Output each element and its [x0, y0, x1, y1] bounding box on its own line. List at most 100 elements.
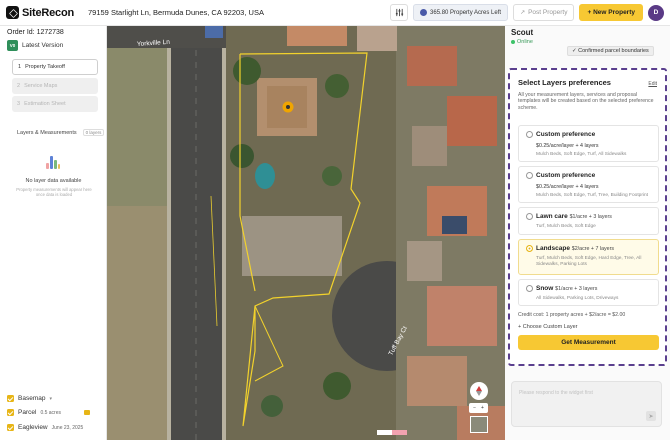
- card-title: Select Layers preferences: [518, 78, 611, 87]
- map-zoom-controls[interactable]: − +: [469, 403, 488, 413]
- confirmed-boundaries-chip: ✓ Confirmed parcel boundaries: [567, 46, 654, 56]
- bar-chart-icon: [46, 156, 60, 169]
- basemap-checkbox[interactable]: [7, 395, 14, 402]
- pref-price: $0.25/acre/layer + 4 layers: [536, 184, 599, 190]
- user-avatar[interactable]: D: [648, 4, 664, 21]
- credit-cost: Credit cost: 1 property acres + $2/acre …: [518, 312, 626, 318]
- parcel-label: Parcel: [18, 409, 37, 416]
- pref-option-custom-1[interactable]: Custom preference $0.25/acre/layer + 4 l…: [518, 125, 659, 162]
- radio-button[interactable]: [526, 131, 533, 138]
- map-scale-bar: [377, 430, 407, 435]
- zoom-in-icon[interactable]: +: [481, 405, 484, 411]
- version-selector[interactable]: V0 Latest Version: [7, 40, 63, 51]
- logo-icon: [6, 6, 19, 19]
- compass-button[interactable]: [470, 382, 488, 400]
- top-header: SiteRecon 79159 Starlight Ln, Bermuda Du…: [0, 0, 670, 26]
- choose-custom-layer-link[interactable]: + Choose Custom Layer: [518, 324, 577, 330]
- online-status: Online: [511, 39, 533, 45]
- radio-button[interactable]: [526, 213, 533, 220]
- pref-price: $1/acre + 3 layers: [569, 214, 612, 220]
- online-label: Online: [517, 39, 533, 45]
- zoom-out-icon[interactable]: −: [473, 405, 476, 411]
- pref-option-landscape[interactable]: Landscape $2/acre + 7 layers Turf, Mulch…: [518, 239, 659, 275]
- sliders-icon: [395, 8, 403, 17]
- pref-price: $2/acre + 7 layers: [571, 246, 615, 252]
- radio-button-selected[interactable]: [526, 245, 533, 252]
- acres-left-text: 365.80 Property Acres Left: [430, 9, 502, 16]
- eagleview-label: Eagleview: [18, 424, 48, 431]
- basemap-label: Basemap: [18, 395, 46, 402]
- version-label: Latest Version: [22, 42, 64, 49]
- pref-price: $1/acre + 3 layers: [555, 286, 598, 292]
- step-estimation-sheet[interactable]: 3 Estimation Sheet: [12, 96, 98, 112]
- pref-name: Snow $1/acre + 3 layers: [536, 285, 597, 292]
- radio-button[interactable]: [526, 285, 533, 292]
- compass-icon: [476, 386, 482, 396]
- step-label: Service Maps: [24, 83, 58, 89]
- parcel-toggle[interactable]: Parcel 0.5 acres: [7, 409, 100, 416]
- parcel-color-swatch: [84, 410, 90, 415]
- chevron-down-icon[interactable]: ▾: [49, 396, 52, 402]
- step-number: 3: [17, 101, 21, 107]
- pref-name-text: Snow: [536, 285, 554, 292]
- basemap-thumbnail[interactable]: [470, 416, 488, 433]
- pref-price: $0.25/acre/layer + 4 layers: [536, 143, 599, 149]
- edit-link[interactable]: Edit: [648, 81, 657, 87]
- pref-layers: Mulch Beds, Soft Edge, Turf, All Sidewal…: [536, 152, 627, 157]
- pref-option-custom-2[interactable]: Custom preference $0.25/acre/layer + 4 l…: [518, 166, 659, 203]
- pref-name-text: Landscape: [536, 245, 570, 252]
- pref-name: Custom preference: [536, 172, 596, 179]
- post-property-label: Post Property: [528, 9, 568, 16]
- send-icon[interactable]: ➤: [646, 411, 656, 421]
- scout-title: Scout: [511, 28, 534, 37]
- acres-icon: [420, 9, 428, 16]
- eagleview-checkbox[interactable]: [7, 424, 14, 431]
- step-service-maps[interactable]: 2 Service Maps: [12, 78, 98, 94]
- pref-name-text: Lawn care: [536, 213, 568, 220]
- step-label: Estimation Sheet: [24, 101, 66, 107]
- map-imagery: Yorkville Ln Tuff Bay Ct: [107, 26, 505, 440]
- filter-button[interactable]: [390, 4, 409, 21]
- online-dot-icon: [511, 40, 515, 44]
- pref-layers: All Sidewalks, Parking Lots, Driveways: [536, 296, 619, 301]
- get-measurement-button[interactable]: Get Measurement: [518, 335, 659, 350]
- scout-panel: Scout Online ✓ Confirmed parcel boundari…: [505, 26, 670, 440]
- order-id: Order Id: 1272738: [7, 29, 64, 36]
- pref-option-lawn-care[interactable]: Lawn care $1/acre + 3 layers Turf, Mulch…: [518, 207, 659, 235]
- acres-left-badge: 365.80 Property Acres Left: [413, 4, 509, 21]
- step-number: 1: [18, 64, 22, 70]
- logo-text: SiteRecon: [22, 6, 74, 19]
- chat-placeholder: Please respond to the widget first: [519, 390, 593, 396]
- pref-name: Landscape $2/acre + 7 layers: [536, 245, 614, 252]
- post-icon: ↗: [520, 10, 526, 16]
- pref-layers: Turf, Mulch Beds, Soft Edge, Hard Edge, …: [536, 256, 642, 267]
- logo[interactable]: SiteRecon: [6, 6, 74, 19]
- satellite-map[interactable]: Yorkville Ln Tuff Bay Ct − +: [107, 26, 505, 440]
- parcel-value: 0.5 acres: [40, 409, 62, 416]
- layers-header: Layers & Measurements 0 layers: [17, 129, 105, 136]
- parcel-checkbox[interactable]: [7, 409, 14, 416]
- pref-option-snow[interactable]: Snow $1/acre + 3 layers All Sidewalks, P…: [518, 279, 659, 306]
- left-panel: Order Id: 1272738 V0 Latest Version 1 Pr…: [0, 26, 107, 440]
- basemap-toggle[interactable]: Basemap ▾: [7, 395, 52, 402]
- empty-state-subtitle: Property measurements will appear here o…: [16, 187, 92, 197]
- step-number: 2: [17, 83, 21, 89]
- pref-layers: Mulch Beds, Soft Edge, Turf, Tree, Build…: [536, 193, 648, 198]
- eagleview-toggle[interactable]: Eagleview June 23, 2025: [7, 424, 83, 431]
- empty-state-title: No layer data available: [25, 178, 82, 184]
- eagleview-date: June 23, 2025: [51, 424, 84, 431]
- post-property-button[interactable]: ↗ Post Property: [513, 4, 575, 21]
- layers-preferences-card: Select Layers preferences Edit All your …: [508, 68, 667, 366]
- step-property-takeoff[interactable]: 1 Property Takeoff: [12, 59, 98, 75]
- card-description: All your measurement layers, services an…: [518, 92, 654, 111]
- chat-input[interactable]: Please respond to the widget first ➤: [511, 381, 662, 427]
- property-address: 79159 Starlight Ln, Bermuda Dunes, CA 92…: [88, 8, 264, 17]
- radio-button[interactable]: [526, 172, 533, 179]
- layers-count: 0 layers: [82, 129, 105, 136]
- layers-title: Layers & Measurements: [17, 129, 77, 136]
- pref-name: Custom preference: [536, 131, 596, 138]
- new-property-button[interactable]: + New Property: [579, 4, 643, 21]
- version-badge: V0: [7, 40, 18, 51]
- step-label: Property Takeoff: [25, 64, 65, 70]
- pref-layers: Turf, Mulch Beds, Soft Edge: [536, 224, 596, 229]
